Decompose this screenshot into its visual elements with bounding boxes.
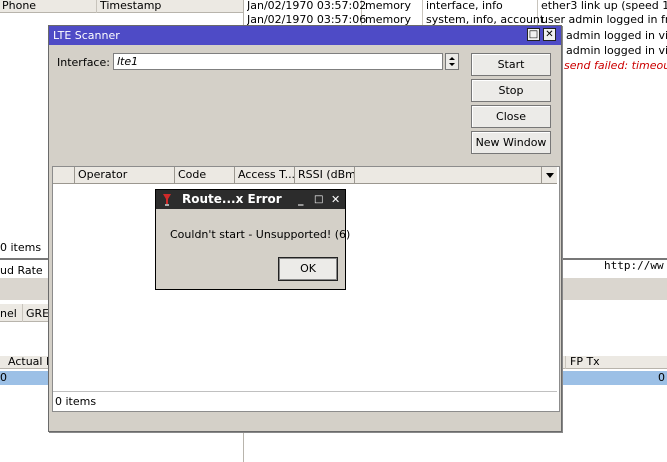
log-message: admin logged in via lo — [566, 45, 667, 57]
error-message: Couldn't start - Unsupported! (6) — [170, 228, 351, 241]
table-status-bar: 0 items — [53, 391, 557, 409]
chevron-down-icon — [546, 173, 554, 178]
window-title: LTE Scanner — [53, 29, 120, 42]
bg-bottom-header: Actual M — [0, 356, 55, 369]
start-button[interactable]: Start — [471, 53, 551, 76]
ok-label: OK — [300, 262, 316, 275]
column-menu-button[interactable] — [541, 167, 557, 183]
error-dialog: Route...x Error _ □ ✕ Couldn't start - U… — [155, 189, 350, 290]
bg-right-toolbar-strip — [558, 278, 667, 300]
bg-separator — [0, 258, 49, 260]
error-dialog-title: Route...x Error — [182, 192, 282, 206]
bg-url-fragment: http://ww — [604, 260, 664, 272]
log-buffer: memory — [365, 0, 411, 12]
bg-fp-tx-value: 0 — [658, 372, 665, 384]
col-operator[interactable]: Operator — [75, 167, 175, 183]
bg-items-count: 0 items — [0, 242, 42, 254]
log-message-error: send failed: timeout — [564, 60, 667, 72]
log-row[interactable]: Jan/02/1970 03:57:02 memory interface, i… — [244, 0, 667, 12]
maximize-icon[interactable]: □ — [314, 190, 323, 209]
close-icon[interactable]: ✕ — [331, 190, 340, 209]
interface-value: lte1 — [117, 55, 139, 68]
minimize-icon[interactable]: _ — [298, 190, 304, 209]
bg-baud-rate-label: ud Rate — [0, 265, 43, 277]
dropdown-arrows-icon — [449, 57, 455, 66]
bg-right-bottom-header: FP Tx — [558, 356, 667, 369]
tab-gre[interactable]: GRE — [26, 308, 49, 320]
interface-label: Interface: — [57, 56, 110, 69]
bg-tab-row: nel GRE — [0, 304, 49, 322]
bg-col-phone[interactable]: Phone — [2, 0, 36, 12]
bg-col-fp-tx[interactable]: FP Tx — [570, 356, 600, 368]
close-icon[interactable]: ✕ — [543, 28, 556, 41]
new-window-button[interactable]: New Window — [471, 131, 551, 154]
stop-button[interactable]: Stop — [471, 79, 551, 102]
interface-input[interactable]: lte1 — [113, 53, 443, 70]
bg-toolbar-strip — [0, 278, 49, 300]
col-rssi[interactable]: RSSI (dBm) — [295, 167, 355, 183]
items-count: 0 items — [55, 395, 97, 408]
interface-dropdown-button[interactable] — [445, 53, 459, 70]
log-topics: interface, info — [426, 0, 503, 12]
maximize-icon[interactable]: □ — [527, 28, 540, 41]
log-message: ether3 link up (speed 1G, f — [541, 0, 667, 12]
log-message: admin logged in via lo — [566, 30, 667, 42]
col-code[interactable]: Code — [175, 167, 235, 183]
bg-left-header: Phone Timestamp — [0, 0, 243, 13]
bg-col-timestamp[interactable]: Timestamp — [100, 0, 161, 12]
col-access-tech[interactable]: Access T... — [235, 167, 295, 183]
close-button[interactable]: Close — [471, 105, 551, 128]
bg-selected-value: 0 — [0, 372, 7, 384]
log-time: Jan/02/1970 03:57:02 — [247, 0, 367, 12]
lte-scanner-titlebar[interactable]: LTE Scanner □ ✕ — [49, 26, 561, 45]
routeros-logo-icon — [163, 194, 171, 206]
table-header: Operator Code Access T... RSSI (dBm) — [53, 167, 557, 184]
tab-tunnel[interactable]: nel — [0, 308, 17, 320]
bg-right-selected-row[interactable]: 0 — [558, 371, 667, 385]
col-blank[interactable] — [53, 167, 75, 183]
ok-button[interactable]: OK — [278, 257, 338, 281]
bg-selected-row[interactable]: 0 — [0, 371, 49, 385]
error-dialog-titlebar[interactable]: Route...x Error _ □ ✕ — [156, 190, 345, 209]
